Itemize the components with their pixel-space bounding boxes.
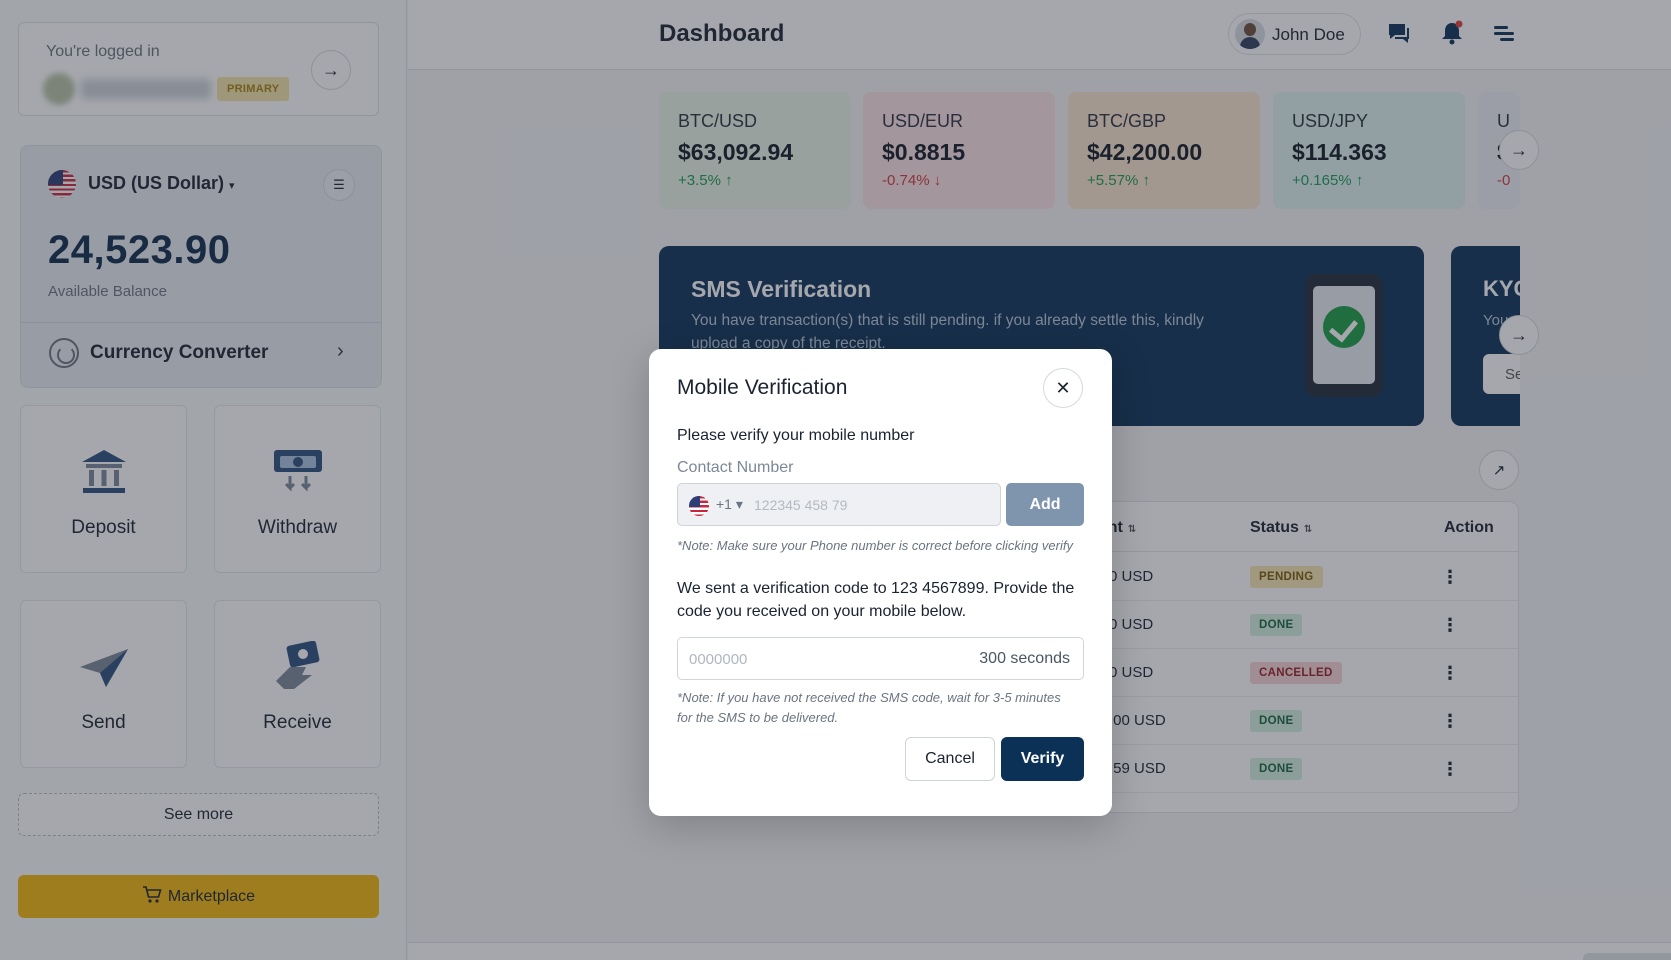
mobile-verification-modal: Mobile Verification ✕ Please verify your…	[649, 349, 1112, 816]
country-code-selector[interactable]: +1 ▾	[716, 496, 743, 513]
verification-code-input[interactable]	[689, 644, 949, 674]
us-flag-icon	[689, 496, 709, 516]
phone-note: *Note: Make sure your Phone number is co…	[677, 538, 1073, 553]
modal-prompt: Please verify your mobile number	[677, 427, 915, 444]
verification-code-field: 300 seconds	[677, 637, 1084, 680]
contact-number-label: Contact Number	[677, 459, 794, 476]
verify-button[interactable]: Verify	[1001, 737, 1084, 781]
add-phone-button[interactable]: Add	[1006, 483, 1084, 526]
countdown-timer: 300 seconds	[979, 650, 1070, 667]
sms-note: *Note: If you have not received the SMS …	[677, 690, 1061, 725]
code-sent-message: We sent a verification code to 123 45678…	[677, 580, 1075, 620]
close-icon[interactable]: ✕	[1043, 368, 1083, 408]
phone-number-input[interactable]	[754, 490, 994, 520]
cancel-button[interactable]: Cancel	[905, 737, 995, 781]
modal-title: Mobile Verification	[677, 376, 848, 399]
phone-field: +1 ▾	[677, 483, 1001, 526]
